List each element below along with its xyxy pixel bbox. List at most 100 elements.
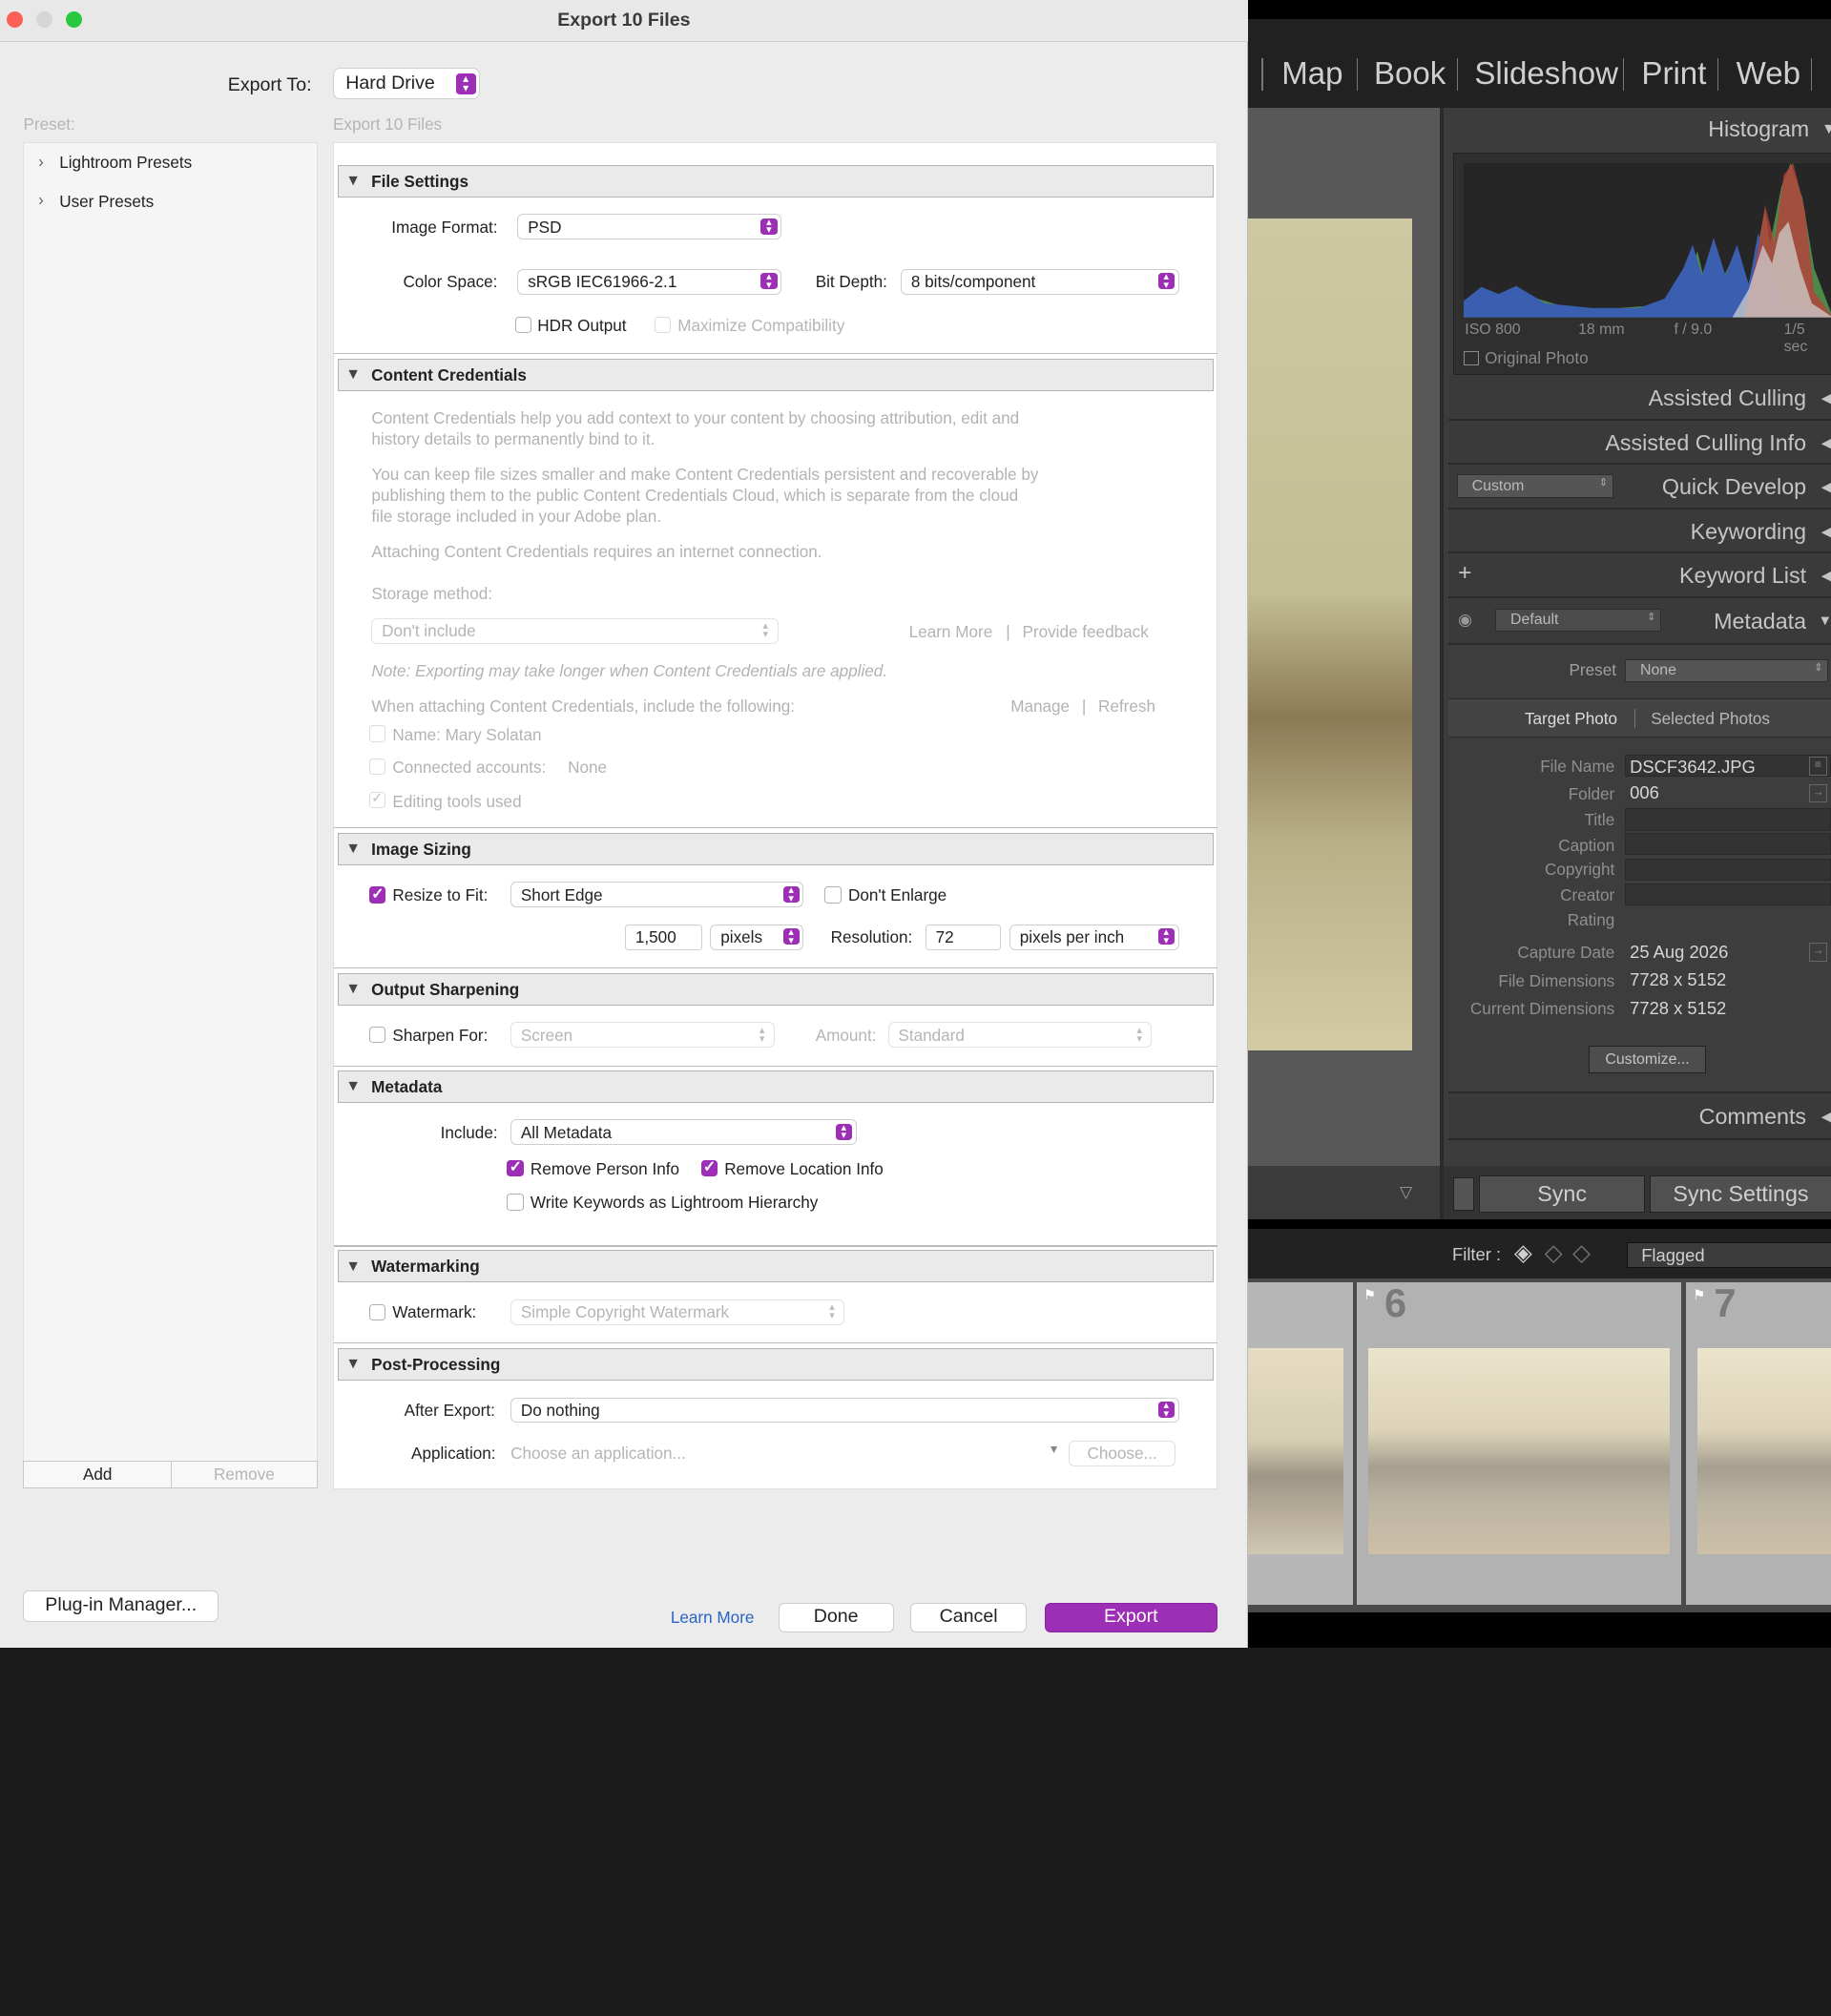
after-export-select[interactable]: Do nothing▴▾	[510, 1398, 1178, 1424]
target-photo-tab[interactable]: Target Photo	[1525, 709, 1617, 729]
caption-field[interactable]	[1625, 833, 1831, 855]
filter-select[interactable]: Flagged	[1627, 1242, 1831, 1268]
customize-button[interactable]: Customize...	[1589, 1046, 1705, 1073]
write-keywords-checkbox[interactable]	[507, 1194, 523, 1210]
size-input[interactable]: 1,500	[625, 925, 702, 950]
bit-depth-select[interactable]: 8 bits/component▴▾	[901, 269, 1178, 295]
toolbar-chevron-icon[interactable]: ▽	[1400, 1182, 1412, 1202]
add-keyword-icon[interactable]: +	[1458, 560, 1471, 587]
manage-link[interactable]: Manage	[1010, 696, 1070, 717]
image-format-select[interactable]: PSD▴▾	[517, 214, 781, 239]
filmstrip-cell[interactable]: ⚑ 7	[1686, 1282, 1831, 1605]
preset-folder-lightroom[interactable]: › Lightroom Presets	[24, 148, 316, 176]
comments-header[interactable]: Comments ◀	[1448, 1096, 1831, 1141]
remove-location-info-checkbox[interactable]	[701, 1160, 718, 1176]
keyword-list-header[interactable]: + Keyword List ◀	[1448, 553, 1831, 598]
module-slideshow[interactable]: Slideshow	[1474, 56, 1618, 93]
cc-name-checkbox[interactable]	[369, 725, 385, 741]
metadata-include-select[interactable]: All Metadata▴▾	[510, 1119, 856, 1145]
section-header-content-credentials[interactable]: ▼Content Credentials	[338, 359, 1214, 391]
histogram-collapse-icon[interactable]: ▼	[1821, 121, 1831, 138]
section-header-post-processing[interactable]: ▼Post-Processing	[338, 1348, 1214, 1381]
sync-settings-button[interactable]: Sync Settings	[1650, 1175, 1831, 1213]
flag-filter-icon[interactable]: ◈	[1514, 1238, 1532, 1267]
unflag-filter-icon[interactable]: ◇	[1545, 1238, 1563, 1267]
preset-folder-user[interactable]: › User Presets	[24, 187, 316, 215]
resize-mode-select[interactable]: Short Edge▴▾	[510, 882, 803, 907]
provide-feedback-link[interactable]: Provide feedback	[1022, 621, 1148, 642]
filmstrip-cell[interactable]: ⚑ 6	[1357, 1282, 1681, 1605]
module-book[interactable]: Book	[1374, 56, 1446, 93]
application-input[interactable]: Choose an application...▼	[510, 1441, 1060, 1466]
divider	[1634, 709, 1635, 728]
quick-develop-header[interactable]: Custom⇕ Quick Develop ◀	[1448, 465, 1831, 509]
done-button[interactable]: Done	[779, 1603, 894, 1632]
cancel-button[interactable]: Cancel	[910, 1603, 1027, 1632]
remove-preset-button[interactable]: Remove	[171, 1461, 318, 1488]
list-icon[interactable]: ≡	[1809, 757, 1828, 776]
assisted-culling-info-header[interactable]: Assisted Culling Info ◀	[1448, 421, 1831, 466]
sharpen-for-checkbox[interactable]	[369, 1027, 385, 1043]
selected-photos-tab[interactable]: Selected Photos	[1651, 709, 1770, 729]
hdr-output-checkbox[interactable]	[515, 317, 531, 333]
dont-enlarge-checkbox[interactable]	[824, 886, 841, 903]
watermark-select[interactable]: Simple Copyright Watermark▴▾	[510, 1299, 844, 1325]
title-field[interactable]	[1625, 808, 1831, 830]
goto-folder-icon[interactable]: →	[1809, 784, 1828, 803]
cc-learn-more-link[interactable]: Learn More	[909, 621, 993, 642]
section-header-metadata[interactable]: ▼Metadata	[338, 1070, 1214, 1103]
thumbnail-photo	[1368, 1348, 1670, 1554]
size-units-select[interactable]: pixels▴▾	[710, 925, 803, 950]
sharpen-for-select[interactable]: Screen▴▾	[510, 1022, 775, 1048]
section-header-watermarking[interactable]: ▼Watermarking	[338, 1250, 1214, 1282]
add-preset-button[interactable]: Add	[23, 1461, 172, 1488]
plugin-manager-button[interactable]: Plug-in Manager...	[23, 1590, 218, 1622]
resolution-input[interactable]: 72	[926, 925, 1002, 950]
resize-to-fit-checkbox[interactable]	[369, 886, 385, 903]
copyright-field[interactable]	[1625, 859, 1831, 881]
edit-date-icon[interactable]: →	[1809, 943, 1828, 962]
metadata-header[interactable]: ◉ Default⇕ Metadata ▼	[1448, 598, 1831, 645]
section-header-image-sizing[interactable]: ▼Image Sizing	[338, 833, 1214, 865]
choose-application-button[interactable]: Choose...	[1069, 1441, 1175, 1466]
auto-sync-switch[interactable]	[1453, 1177, 1474, 1210]
disclosure-triangle-icon: ▼	[345, 841, 361, 858]
settings-scroll-area[interactable]	[333, 142, 1217, 1489]
after-export-label: After Export:	[405, 1401, 495, 1421]
metadata-view-select[interactable]: Default⇕	[1495, 609, 1661, 632]
metadata-preset-select[interactable]: None⇕	[1625, 659, 1828, 682]
assisted-culling-header[interactable]: Assisted Culling ◀	[1448, 376, 1831, 421]
creator-field[interactable]	[1625, 883, 1831, 905]
learn-more-link[interactable]: Learn More	[671, 1608, 755, 1628]
module-map[interactable]: Map	[1281, 56, 1342, 93]
remove-person-info-checkbox[interactable]	[507, 1160, 523, 1176]
section-title: Post-Processing	[371, 1355, 500, 1375]
module-web[interactable]: Web	[1737, 56, 1800, 93]
cc-editing-checkbox[interactable]	[369, 792, 385, 808]
module-picker: Map Book Slideshow Print Web	[1248, 19, 1831, 108]
remove-person-info-label: Remove Person Info	[531, 1159, 679, 1179]
resolution-units-select[interactable]: pixels per inch▴▾	[1009, 925, 1179, 950]
sync-button[interactable]: Sync	[1479, 1175, 1645, 1213]
amount-select[interactable]: Standard▴▾	[888, 1022, 1153, 1048]
section-header-output-sharpening[interactable]: ▼Output Sharpening	[338, 973, 1214, 1006]
maximize-compatibility-checkbox[interactable]	[655, 317, 671, 333]
section-header-file-settings[interactable]: ▼File Settings	[338, 165, 1214, 197]
eye-icon[interactable]: ◉	[1458, 610, 1472, 630]
module-print[interactable]: Print	[1641, 56, 1706, 93]
cc-connected-checkbox[interactable]	[369, 759, 385, 775]
watermark-checkbox[interactable]	[369, 1304, 385, 1320]
refresh-link[interactable]: Refresh	[1098, 696, 1155, 717]
after-export-value: Do nothing	[521, 1401, 600, 1420]
color-space-select[interactable]: sRGB IEC61966-2.1▴▾	[517, 269, 781, 295]
export-to-select[interactable]: Hard Drive ▴▾	[333, 68, 480, 99]
filmstrip-cell[interactable]	[1248, 1282, 1353, 1605]
quick-develop-preset-select[interactable]: Custom⇕	[1457, 474, 1613, 497]
storage-method-select[interactable]: Don't include▴▾	[371, 618, 778, 644]
original-photo-checkbox[interactable]	[1464, 351, 1479, 365]
reject-filter-icon[interactable]: ◇	[1572, 1238, 1591, 1267]
histogram-header[interactable]: Histogram	[1708, 116, 1831, 142]
thumbnail-photo	[1697, 1348, 1831, 1554]
keywording-header[interactable]: Keywording ◀	[1448, 509, 1831, 554]
export-button[interactable]: Export	[1045, 1603, 1217, 1632]
